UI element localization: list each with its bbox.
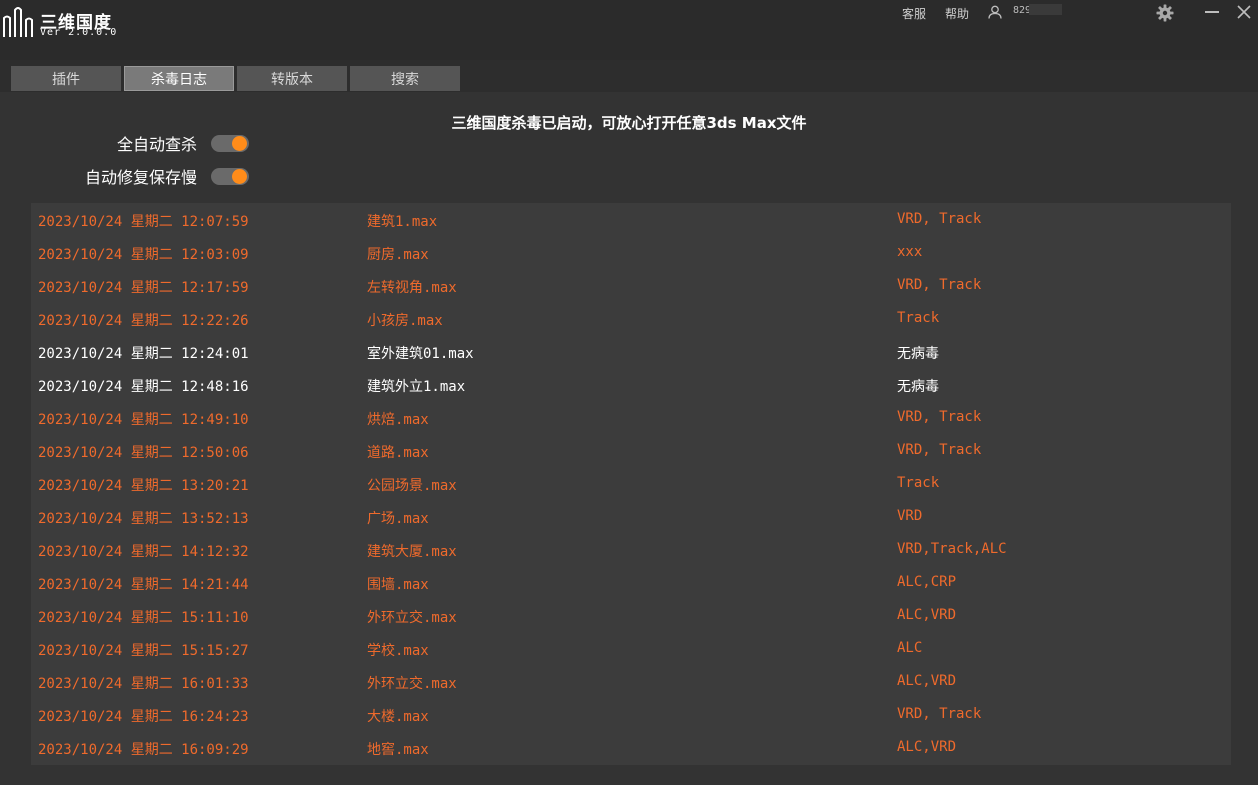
log-virus-result: VRD, Track	[897, 409, 982, 425]
log-row[interactable]: 2023/10/24 星期二 13:52:13 广场.max VRD	[31, 500, 1231, 533]
log-virus-result: Track	[897, 475, 940, 491]
log-virus-result: VRD, Track	[897, 442, 982, 458]
log-file-name: 建筑1.max	[367, 214, 438, 230]
title-bar: 三维国度 Ver 2.0.0.0 客服 帮助 829	[0, 0, 1258, 60]
auto-scan-label: 全自动查杀	[116, 135, 197, 154]
log-virus-result: ALC,VRD	[897, 739, 957, 755]
log-time: 2023/10/24 星期二 16:01:33	[38, 676, 249, 692]
log-time: 2023/10/24 星期二 13:52:13	[38, 511, 249, 527]
log-file-name: 外环立交.max	[367, 676, 457, 692]
log-file-name: 广场.max	[367, 511, 429, 527]
log-row[interactable]: 2023/10/24 星期二 15:11:10 外环立交.max ALC,VRD	[31, 599, 1231, 632]
log-file-name: 外环立交.max	[367, 610, 457, 626]
log-row[interactable]: 2023/10/24 星期二 12:49:10 烘焙.max VRD, Track	[31, 401, 1231, 434]
log-time: 2023/10/24 星期二 12:48:16	[38, 379, 249, 395]
tab-plugins[interactable]: 插件	[11, 66, 121, 91]
log-file-name: 大楼.max	[367, 709, 429, 725]
minimize-icon[interactable]	[1205, 11, 1219, 13]
log-row[interactable]: 2023/10/24 星期二 16:01:33 外环立交.max ALC,VRD	[31, 665, 1231, 698]
log-file-name: 建筑大厦.max	[367, 544, 457, 560]
auto-scan-toggle[interactable]	[211, 134, 249, 152]
log-virus-result: VRD, Track	[897, 277, 982, 293]
log-row[interactable]: 2023/10/24 星期二 12:50:06 道路.max VRD, Track	[31, 434, 1231, 467]
log-time: 2023/10/24 星期二 12:22:26	[38, 313, 249, 329]
auto-repair-row: 自动修复保存慢	[63, 164, 249, 188]
toggle-knob	[232, 135, 247, 151]
log-time: 2023/10/24 星期二 12:17:59	[38, 280, 249, 296]
gear-icon[interactable]	[1156, 4, 1174, 22]
log-virus-result: VRD	[897, 508, 923, 524]
log-time: 2023/10/24 星期二 12:07:59	[38, 214, 249, 230]
log-virus-result: Track	[897, 310, 940, 326]
scan-log-list: 2023/10/24 星期二 12:07:59 建筑1.max VRD, Track…	[31, 203, 1231, 765]
log-row[interactable]: 2023/10/24 星期二 12:03:09 厨房.max xxx	[31, 236, 1231, 269]
log-row[interactable]: 2023/10/24 星期二 12:48:16 建筑外立1.max 无病毒	[31, 368, 1231, 401]
log-row[interactable]: 2023/10/24 星期二 15:15:27 学校.max ALC	[31, 632, 1231, 665]
log-file-name: 左转视角.max	[367, 280, 457, 296]
log-virus-result: ALC,VRD	[897, 607, 957, 623]
tab-antivirus-log[interactable]: 杀毒日志	[124, 66, 234, 91]
log-time: 2023/10/24 星期二 12:24:01	[38, 346, 249, 362]
log-virus-result: xxx	[897, 244, 923, 260]
log-file-name: 道路.max	[367, 445, 429, 461]
log-file-name: 围墙.max	[367, 577, 429, 593]
log-virus-result: VRD, Track	[897, 211, 982, 227]
status-message: 三维国度杀毒已启动，可放心打开任意3ds Max文件	[451, 114, 807, 132]
log-row[interactable]: 2023/10/24 星期二 12:17:59 左转视角.max VRD, Trac…	[31, 269, 1231, 302]
log-file-name: 地窖.max	[367, 742, 429, 758]
log-row[interactable]: 2023/10/24 星期二 12:07:59 建筑1.max VRD, Track	[31, 203, 1231, 236]
log-row[interactable]: 2023/10/24 星期二 13:20:21 公园场景.max Track	[31, 467, 1231, 500]
log-row[interactable]: 2023/10/24 星期二 12:22:26 小孩房.max Track	[31, 302, 1231, 335]
log-time: 2023/10/24 星期二 16:24:23	[38, 709, 249, 725]
log-virus-result: 无病毒	[897, 346, 939, 362]
log-file-name: 烘焙.max	[367, 412, 429, 428]
log-row[interactable]: 2023/10/24 星期二 16:09:29 地窖.max ALC,VRD	[31, 731, 1231, 764]
log-file-name: 建筑外立1.max	[367, 379, 466, 395]
log-time: 2023/10/24 星期二 12:49:10	[38, 412, 249, 428]
log-time: 2023/10/24 星期二 14:12:32	[38, 544, 249, 560]
toggle-knob	[232, 168, 247, 184]
close-icon[interactable]	[1236, 4, 1252, 20]
log-file-name: 厨房.max	[367, 247, 429, 263]
log-row[interactable]: 2023/10/24 星期二 16:24:23 大楼.max VRD, Track	[31, 698, 1231, 731]
log-virus-result: ALC,VRD	[897, 673, 957, 689]
service-link[interactable]: 客服	[902, 5, 926, 22]
app-logo-icon	[3, 7, 33, 37]
log-file-name: 室外建筑01.max	[367, 346, 474, 362]
log-time: 2023/10/24 星期二 12:50:06	[38, 445, 249, 461]
tab-search[interactable]: 搜索	[350, 66, 460, 91]
log-row[interactable]: 2023/10/24 星期二 14:12:32 建筑大厦.max VRD,Track…	[31, 533, 1231, 566]
tab-convert-version[interactable]: 转版本	[237, 66, 347, 91]
app-version: Ver 2.0.0.0	[40, 27, 118, 38]
log-time: 2023/10/24 星期二 16:09:29	[38, 742, 249, 758]
log-file-name: 学校.max	[367, 643, 429, 659]
log-time: 2023/10/24 星期二 15:15:27	[38, 643, 249, 659]
log-virus-result: 无病毒	[897, 379, 939, 395]
auto-repair-toggle[interactable]	[211, 167, 249, 185]
help-link[interactable]: 帮助	[945, 5, 969, 22]
log-row[interactable]: 2023/10/24 星期二 12:24:01 室外建筑01.max 无病毒	[31, 335, 1231, 368]
log-time: 2023/10/24 星期二 14:21:44	[38, 577, 249, 593]
user-icon[interactable]	[988, 5, 1002, 19]
log-time: 2023/10/24 星期二 12:03:09	[38, 247, 249, 263]
log-virus-result: VRD, Track	[897, 706, 982, 722]
auto-repair-label: 自动修复保存慢	[84, 168, 197, 187]
log-file-name: 小孩房.max	[367, 313, 443, 329]
log-row[interactable]: 2023/10/24 星期二 14:21:44 围墙.max ALC,CRP	[31, 566, 1231, 599]
log-virus-result: ALC	[897, 640, 923, 656]
log-file-name: 公园场景.max	[367, 478, 457, 494]
log-time: 2023/10/24 星期二 15:11:10	[38, 610, 249, 626]
auto-scan-row: 全自动查杀	[63, 131, 249, 155]
log-virus-result: VRD,Track,ALC	[897, 541, 1007, 557]
log-time: 2023/10/24 星期二 13:20:21	[38, 478, 249, 494]
redaction-block	[1029, 4, 1062, 15]
log-virus-result: ALC,CRP	[897, 574, 957, 590]
